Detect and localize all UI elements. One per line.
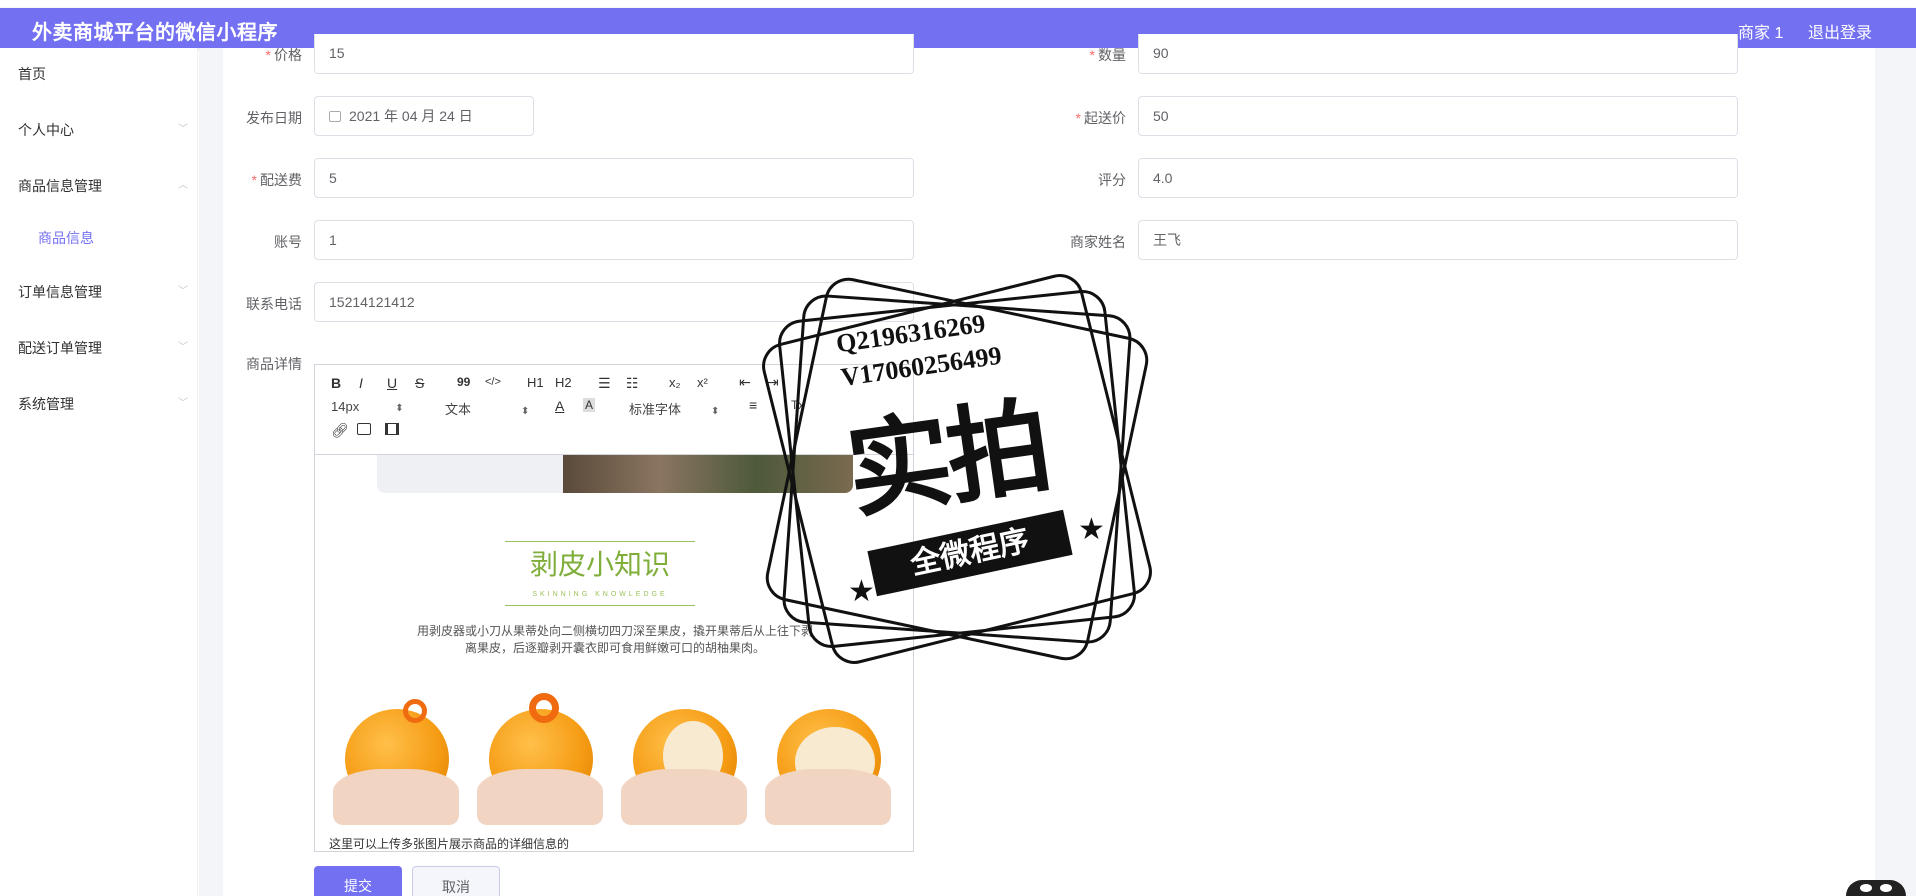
account-input[interactable]: 1	[314, 220, 914, 260]
quantity-label: * 数量	[1089, 47, 1126, 63]
ordered-list-icon[interactable]: ☰	[598, 375, 611, 392]
image-icon[interactable]	[357, 423, 371, 435]
header-select[interactable]: 文本 ⬍	[445, 399, 529, 418]
select-arrow-icon: ⬍	[521, 406, 530, 417]
merchant-name-input[interactable]: 王飞	[1138, 220, 1738, 260]
italic-button[interactable]: I	[359, 375, 363, 391]
font-color-button[interactable]: A	[555, 398, 564, 414]
required-mark: *	[251, 172, 257, 188]
merchant-name-label: 商家姓名	[1070, 234, 1126, 250]
price-input[interactable]: 15	[314, 34, 914, 74]
sidebar-item-home[interactable]: 首页	[0, 54, 198, 94]
video-icon[interactable]	[385, 423, 399, 435]
phone-label: 联系电话	[246, 296, 302, 312]
delivery-fee-label: * 配送费	[251, 172, 302, 188]
sidebar-item-order-management[interactable]: 订单信息管理 ﹀	[0, 272, 198, 312]
watermark-stamp: Q2196316269 V17060256499 实拍 全微程序 ★ ★	[750, 262, 1170, 682]
chevron-down-icon: ﹀	[178, 286, 188, 297]
outdent-icon[interactable]: ⇤	[739, 374, 751, 391]
detail-label: 商品详情	[246, 356, 302, 372]
chevron-down-icon: ﹀	[178, 124, 188, 135]
knowledge-title: 剥皮小知识	[529, 548, 670, 581]
bold-button[interactable]: B	[331, 375, 341, 391]
font-size-select[interactable]: 14px ⬍	[331, 399, 404, 414]
sidebar-item-label: 商品信息	[38, 230, 94, 246]
required-mark: *	[265, 47, 271, 63]
price-label: * 价格	[265, 47, 302, 63]
cancel-button[interactable]: 取消	[412, 866, 500, 896]
orange-photo	[471, 677, 609, 825]
publish-date-label: 发布日期	[246, 110, 302, 126]
watermark-big-text: 实拍	[839, 384, 1055, 534]
required-mark: *	[1075, 110, 1081, 126]
sidebar-item-product-management[interactable]: 商品信息管理 ︿	[0, 166, 198, 206]
orange-photo	[327, 677, 465, 825]
chevron-up-icon: ︿	[178, 180, 188, 191]
submit-button[interactable]: 提交	[314, 866, 402, 896]
orange-photo	[615, 677, 753, 825]
sidebar-item-label: 个人中心	[18, 122, 74, 138]
orange-photo	[759, 677, 897, 825]
current-user[interactable]: 商家 1	[1738, 19, 1783, 43]
header2-button[interactable]: H2	[555, 375, 572, 390]
editor-note-text: 这里可以上传多张图片展示商品的详细信息的	[329, 837, 570, 851]
delivery-fee-input[interactable]: 5	[314, 158, 914, 198]
star-icon: ★	[848, 575, 875, 608]
divider	[505, 605, 695, 606]
sidebar-item-label: 商品信息管理	[18, 178, 102, 194]
code-block-button[interactable]: </>	[485, 376, 501, 388]
sidebar-item-label: 配送订单管理	[18, 340, 102, 356]
font-family-select[interactable]: 标准字体 ⬍	[629, 399, 719, 418]
sidebar-item-label: 首页	[18, 66, 46, 82]
knowledge-subtitle: SKINNING KNOWLEDGE	[532, 591, 668, 598]
sidebar-item-label: 系统管理	[18, 396, 74, 412]
bullet-list-icon[interactable]: ☷	[626, 375, 639, 392]
sidebar-item-delivery-orders[interactable]: 配送订单管理 ﹀	[0, 328, 198, 368]
star-icon: ★	[1078, 513, 1105, 546]
sidebar-item-label: 订单信息管理	[18, 284, 102, 300]
account-label: 账号	[274, 234, 302, 250]
logout-button[interactable]: 退出登录	[1808, 19, 1872, 43]
header1-button[interactable]: H1	[527, 375, 544, 390]
rating-label: 评分	[1098, 172, 1126, 188]
app-title: 外卖商城平台的微信小程序	[32, 22, 278, 44]
quantity-input[interactable]: 90	[1138, 34, 1738, 74]
required-mark: *	[1089, 47, 1095, 63]
select-arrow-icon: ⬍	[711, 406, 720, 417]
chevron-down-icon: ﹀	[178, 398, 188, 409]
calendar-icon	[329, 111, 341, 122]
publish-date-picker[interactable]: 2021 年 04 月 24 日	[314, 96, 534, 136]
blockquote-button[interactable]: 99	[457, 375, 470, 389]
min-order-input[interactable]: 50	[1138, 96, 1738, 136]
select-arrow-icon: ⬍	[395, 403, 404, 414]
orange-peeling-photos	[327, 677, 901, 827]
sidebar-item-personal-center[interactable]: 个人中心 ﹀	[0, 110, 198, 150]
sidebar-item-system-management[interactable]: 系统管理 ﹀	[0, 384, 198, 424]
divider	[505, 541, 695, 542]
background-color-button[interactable]: A	[583, 398, 596, 412]
subscript-button[interactable]: x₂	[669, 375, 681, 390]
link-icon[interactable]: 🔗︎	[331, 422, 349, 439]
underline-button[interactable]: U	[387, 375, 397, 391]
chevron-down-icon: ﹀	[178, 342, 188, 353]
sidebar: 首页 个人中心 ﹀ 商品信息管理 ︿ 商品信息 订单信息管理 ﹀ 配送订单管理 …	[0, 48, 198, 896]
rating-input[interactable]: 4.0	[1138, 158, 1738, 198]
min-order-label: * 起送价	[1075, 110, 1126, 126]
sidebar-item-product-info[interactable]: 商品信息	[0, 218, 198, 258]
superscript-button[interactable]: x²	[697, 375, 708, 390]
strike-button[interactable]: S	[415, 375, 424, 391]
mascot-icon	[1846, 880, 1906, 896]
